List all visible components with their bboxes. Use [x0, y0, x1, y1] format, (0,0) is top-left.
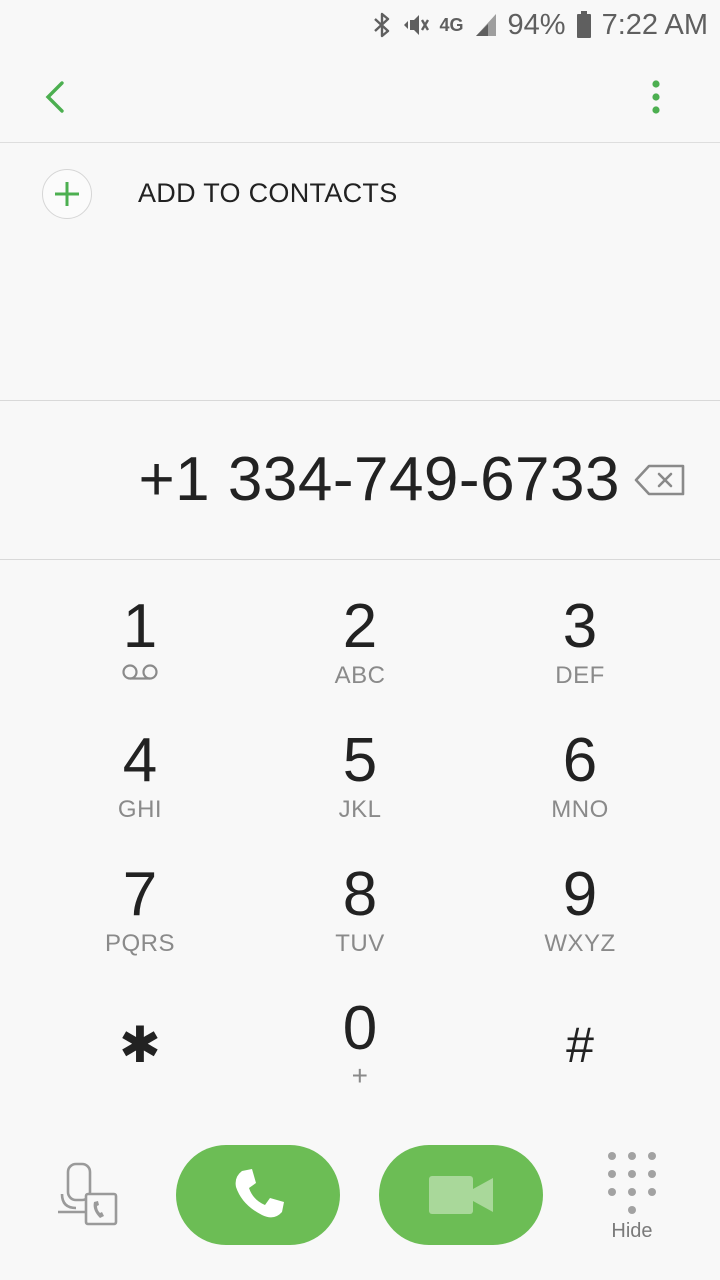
key-digit: 1 — [122, 592, 158, 661]
key-digit: 5 — [342, 726, 378, 795]
add-to-contacts-row[interactable]: ADD TO CONTACTS — [0, 144, 720, 244]
phone-icon — [235, 1169, 284, 1218]
add-to-contacts-label[interactable]: ADD TO CONTACTS — [138, 178, 398, 209]
key-0[interactable]: 0 + — [250, 982, 470, 1112]
hide-label: Hide — [611, 1220, 653, 1242]
vibrate-icon — [402, 12, 430, 38]
video-call-icon — [429, 1176, 493, 1214]
key-9[interactable]: 9 WXYZ — [470, 848, 690, 978]
divider — [0, 400, 720, 401]
key-3[interactable]: 3 DEF — [470, 580, 690, 710]
back-button[interactable] — [30, 74, 80, 120]
toolbar — [0, 50, 720, 143]
dialed-number: +1 334-749-6733 — [138, 445, 620, 514]
more-vertical-icon — [652, 80, 660, 114]
key-2[interactable]: 2 ABC — [250, 580, 470, 710]
video-call-button[interactable] — [379, 1145, 543, 1245]
backspace-button[interactable] — [632, 460, 688, 500]
key-8[interactable]: 8 TUV — [250, 848, 470, 978]
key-digit: # — [566, 1017, 594, 1073]
key-1[interactable]: 1 — [30, 580, 250, 710]
voice-call-button[interactable] — [176, 1145, 340, 1245]
plus-icon — [55, 182, 79, 206]
key-digit: 2 — [342, 592, 378, 661]
status-bar: 4G 94% 7:22 AM — [0, 0, 720, 50]
battery-icon — [576, 11, 592, 39]
key-letters: JKL — [338, 796, 382, 823]
key-digit: 3 — [562, 592, 598, 661]
key-7[interactable]: 7 PQRS — [30, 848, 250, 978]
chevron-left-icon — [45, 81, 64, 113]
add-contact-circle[interactable] — [42, 169, 92, 219]
key-digit: 0 — [342, 994, 378, 1063]
key-4[interactable]: 4 GHI — [30, 714, 250, 844]
bluetooth-icon — [372, 12, 392, 38]
key-digit: 6 — [562, 726, 598, 795]
battery-percent: 94% — [507, 8, 566, 41]
key-digit: ✱ — [119, 1017, 161, 1073]
key-digit: 9 — [562, 860, 598, 929]
key-letters: WXYZ — [544, 930, 616, 957]
key-hash[interactable]: # — [470, 982, 690, 1112]
key-letters: ABC — [334, 662, 386, 689]
bottom-bar: Hide — [0, 1130, 720, 1260]
key-letters: DEF — [555, 662, 605, 689]
clock: 7:22 AM — [601, 8, 708, 41]
voicemail-icon — [122, 664, 158, 680]
key-letters: PQRS — [104, 930, 175, 957]
hide-keypad-button[interactable]: Hide — [592, 1148, 672, 1248]
key-letters: + — [351, 1060, 369, 1091]
network-4g-icon: 4G — [439, 14, 464, 35]
key-digit: 7 — [122, 860, 158, 929]
phone-switch-icon — [58, 1162, 118, 1226]
more-options-button[interactable] — [632, 72, 680, 122]
key-digit: 4 — [122, 726, 158, 795]
key-5[interactable]: 5 JKL — [250, 714, 470, 844]
divider — [0, 559, 720, 560]
signal-icon — [474, 12, 498, 38]
key-digit: 8 — [342, 860, 378, 929]
key-letters: MNO — [551, 796, 609, 823]
phone-switch-button[interactable] — [52, 1158, 124, 1230]
key-letters: TUV — [335, 930, 385, 957]
key-letters: GHI — [117, 796, 163, 823]
backspace-icon — [634, 464, 685, 496]
keypad-grid-icon — [608, 1152, 656, 1214]
key-star[interactable]: ✱ — [30, 982, 250, 1112]
key-6[interactable]: 6 MNO — [470, 714, 690, 844]
